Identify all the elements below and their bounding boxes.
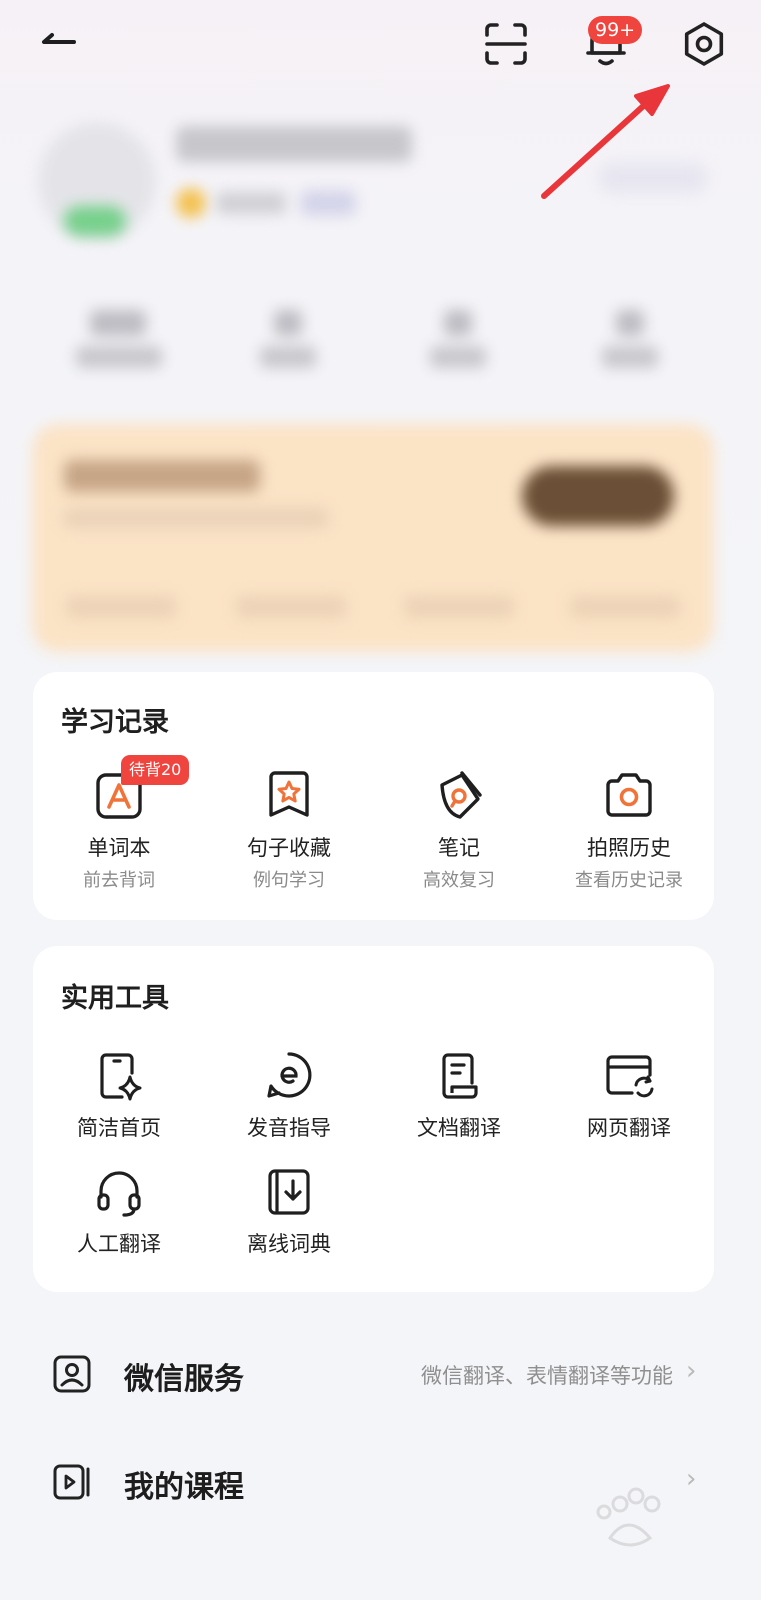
settings-icon xyxy=(684,22,724,66)
membership-feature-blurred xyxy=(236,596,346,618)
study-item-photo-history[interactable]: 拍照历史 查看历史记录 xyxy=(544,766,714,892)
membership-title-blurred xyxy=(64,460,260,492)
settings-button[interactable] xyxy=(676,16,732,72)
study-item-sentences[interactable]: 句子收藏 例句学习 xyxy=(204,766,374,892)
avatar-status-badge xyxy=(64,206,126,236)
membership-button-blurred[interactable] xyxy=(522,466,674,526)
study-item-label: 单词本 xyxy=(87,836,151,860)
tool-label: 发音指导 xyxy=(247,1116,331,1140)
tool-pronunciation[interactable]: 发音指导 xyxy=(204,1046,374,1142)
tool-label: 离线词典 xyxy=(247,1232,331,1256)
membership-feature-blurred xyxy=(404,596,514,618)
study-records-title: 学习记录 xyxy=(61,707,169,738)
stat-item[interactable] xyxy=(238,306,338,376)
username-blurred xyxy=(176,126,412,162)
tool-label: 简洁首页 xyxy=(77,1116,161,1140)
headset-icon xyxy=(97,1171,141,1217)
notification-badge: 99+ xyxy=(588,16,643,44)
watermark-logo xyxy=(596,1487,661,1547)
study-item-label: 笔记 xyxy=(438,836,480,860)
stat-item[interactable] xyxy=(408,306,508,376)
download-dictionary-icon xyxy=(268,1169,310,1215)
menu-row-wechat-service[interactable]: 微信服务 微信翻译、表情翻译等功能 › xyxy=(0,1336,761,1412)
camera-icon xyxy=(606,773,652,817)
scan-icon xyxy=(485,23,527,65)
webpage-icon xyxy=(606,1055,654,1098)
tool-webpage-translate[interactable]: 网页翻译 xyxy=(544,1046,714,1142)
phone-sparkle-icon xyxy=(100,1053,142,1101)
coin-icon xyxy=(176,188,206,218)
wechat-service-icon xyxy=(53,1355,91,1393)
study-item-subtitle: 查看历史记录 xyxy=(575,870,683,891)
tool-label: 文档翻译 xyxy=(417,1116,501,1140)
study-item-notes[interactable]: 笔记 高效复习 xyxy=(374,766,544,892)
membership-feature-blurred xyxy=(570,596,680,618)
study-item-label: 句子收藏 xyxy=(247,836,331,860)
chevron-right-icon: › xyxy=(686,1356,697,1386)
level-info-blurred xyxy=(216,192,286,214)
tool-label: 人工翻译 xyxy=(77,1232,161,1256)
menu-row-title: 微信服务 xyxy=(124,1362,244,1397)
study-item-subtitle: 高效复习 xyxy=(423,870,495,891)
tool-simple-home[interactable]: 简洁首页 xyxy=(34,1046,204,1142)
back-button[interactable] xyxy=(30,20,86,68)
study-item-label: 拍照历史 xyxy=(587,836,671,860)
profile-action-blurred[interactable] xyxy=(598,162,708,194)
note-icon xyxy=(440,771,482,819)
tool-document-translate[interactable]: 文档翻译 xyxy=(374,1046,544,1142)
menu-row-description: 微信翻译、表情翻译等功能 xyxy=(421,1364,673,1388)
study-item-subtitle: 前去背词 xyxy=(83,870,155,891)
tool-label: 网页翻译 xyxy=(587,1116,671,1140)
membership-subtitle-blurred xyxy=(64,508,328,528)
document-icon xyxy=(442,1053,478,1099)
tool-offline-dictionary[interactable]: 离线词典 xyxy=(204,1162,374,1258)
membership-feature-blurred xyxy=(66,596,176,618)
scan-button[interactable] xyxy=(478,16,534,72)
back-icon xyxy=(42,33,76,44)
pronunciation-icon xyxy=(267,1052,312,1098)
menu-row-title: 我的课程 xyxy=(124,1470,244,1505)
stat-item[interactable] xyxy=(66,306,166,376)
study-item-subtitle: 例句学习 xyxy=(253,870,325,891)
course-icon xyxy=(53,1464,90,1500)
sentence-bookmark-icon xyxy=(269,771,309,817)
tool-human-translate[interactable]: 人工翻译 xyxy=(34,1162,204,1258)
stat-item[interactable] xyxy=(580,306,680,376)
tools-title: 实用工具 xyxy=(61,983,169,1014)
pending-review-badge: 待背20 xyxy=(121,755,190,785)
level-badge-blurred xyxy=(300,190,356,216)
